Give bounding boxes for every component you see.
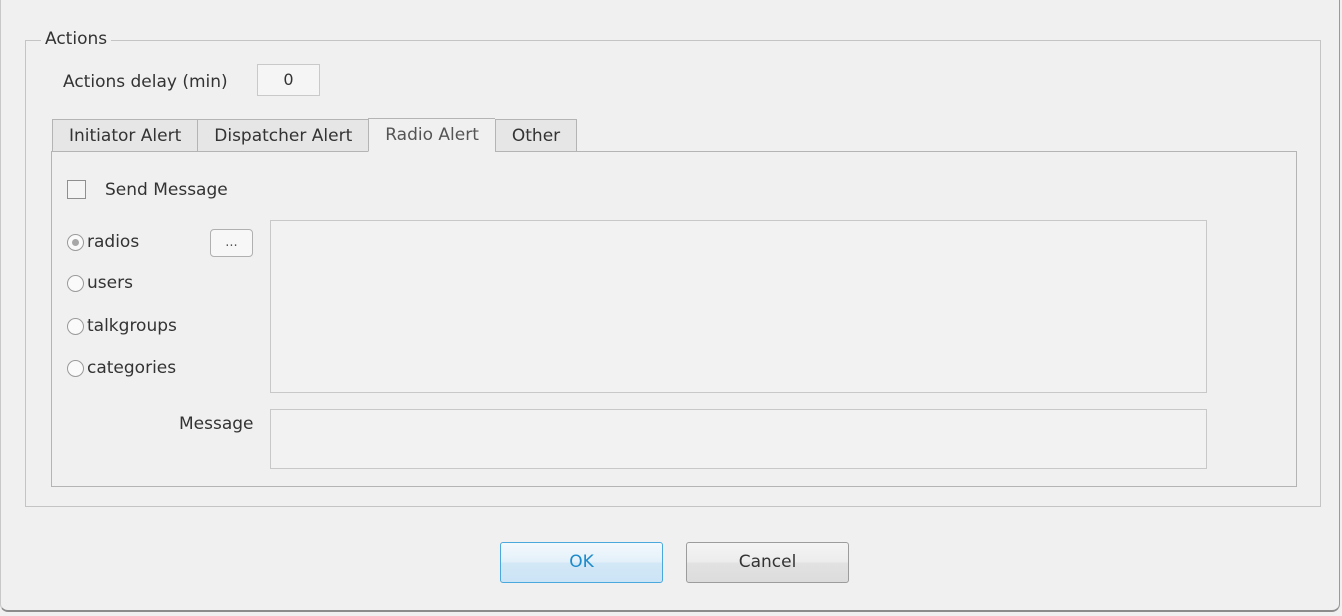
radio-label-talkgroups: talkgroups <box>87 316 177 336</box>
radio-button-radios[interactable] <box>67 233 84 251</box>
recipients-list[interactable] <box>270 220 1207 393</box>
radio-button-users[interactable] <box>67 274 84 292</box>
radio-option-radios[interactable]: radios <box>67 231 139 253</box>
radio-option-talkgroups[interactable]: talkgroups <box>67 315 177 337</box>
alert-tabs: Initiator Alert Dispatcher Alert Radio A… <box>52 118 578 152</box>
browse-recipients-button[interactable]: ... <box>210 229 253 257</box>
actions-delay-input[interactable]: 0 <box>257 64 320 96</box>
radio-label-radios: radios <box>87 232 140 252</box>
radio-button-talkgroups[interactable] <box>67 317 84 335</box>
ok-button[interactable]: OK <box>500 542 663 583</box>
radio-option-users[interactable]: users <box>67 272 133 294</box>
tab-radio-alert[interactable]: Radio Alert <box>368 118 495 152</box>
tab-dispatcher-alert[interactable]: Dispatcher Alert <box>197 119 369 152</box>
cancel-button[interactable]: Cancel <box>686 542 849 583</box>
actions-legend: Actions <box>41 29 112 49</box>
tab-initiator-alert[interactable]: Initiator Alert <box>52 119 198 152</box>
message-input[interactable] <box>270 409 1207 469</box>
radio-label-categories: categories <box>87 358 177 378</box>
message-label: Message <box>179 414 254 434</box>
send-message-label: Send Message <box>105 180 228 200</box>
dialog-window: Actions Actions delay (min) 0 Initiator … <box>0 0 1340 612</box>
radio-button-categories[interactable] <box>67 359 84 377</box>
actions-delay-label: Actions delay (min) <box>63 72 228 92</box>
radio-option-categories[interactable]: categories <box>67 357 176 379</box>
radio-label-users: users <box>87 273 133 293</box>
send-message-checkbox[interactable] <box>67 180 86 199</box>
tab-other[interactable]: Other <box>494 119 578 152</box>
